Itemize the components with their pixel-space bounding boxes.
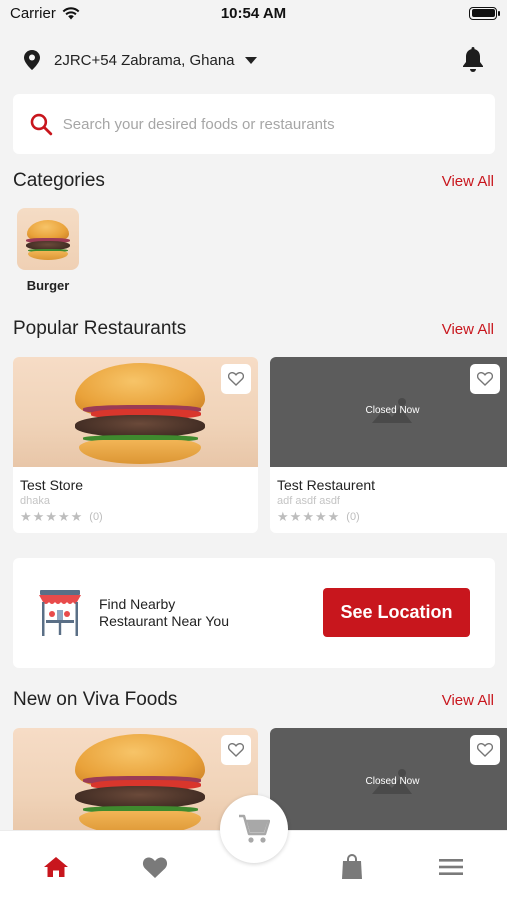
menu-icon <box>439 859 463 875</box>
closed-now-label: Closed Now <box>365 405 420 416</box>
nav-menu[interactable] <box>437 853 465 881</box>
bell-icon[interactable] <box>462 47 484 73</box>
restaurant-info: Test Store dhaka ★ ★ ★ ★ ★ (0) <box>13 467 258 533</box>
new-on-header: New on Viva Foods View All <box>13 689 494 711</box>
heart-outline-icon <box>477 372 493 386</box>
star-icon: ★ <box>20 509 32 524</box>
favorite-button[interactable] <box>221 364 251 394</box>
restaurant-card[interactable]: Closed Now <box>270 728 507 838</box>
nearby-text: Find Nearby Restaurant Near You <box>99 596 229 630</box>
categories-title: Categories <box>13 170 105 191</box>
restaurant-info: Test Restaurent adf asdf asdf ★ ★ ★ ★ ★ … <box>270 467 507 533</box>
restaurant-name: Test Restaurent <box>277 477 376 493</box>
chevron-down-icon[interactable] <box>244 56 257 64</box>
heart-icon <box>142 856 168 878</box>
rating-stars: ★ ★ ★ ★ ★ (0) <box>20 510 251 523</box>
search-input[interactable] <box>62 115 479 133</box>
star-icon: ★ <box>70 509 83 524</box>
battery-icon <box>469 6 500 20</box>
search-bar[interactable] <box>13 94 495 154</box>
restaurant-name: Test Store <box>20 477 84 493</box>
rating-count: (0) <box>346 510 360 523</box>
categories-view-all-link[interactable]: View All <box>442 173 494 190</box>
favorite-button[interactable] <box>221 735 251 765</box>
carrier-label: Carrier <box>10 4 56 22</box>
heart-outline-icon <box>477 743 493 757</box>
location-bar[interactable]: 2JRC+54 Zabrama, Ghana <box>0 40 507 80</box>
status-left: Carrier <box>10 5 80 22</box>
search-icon <box>30 113 53 136</box>
wifi-icon <box>62 6 80 19</box>
location-text[interactable]: 2JRC+54 Zabrama, Ghana <box>54 52 235 69</box>
star-icon: ★ <box>277 509 289 524</box>
favorite-button[interactable] <box>470 364 500 394</box>
restaurant-image <box>13 357 258 467</box>
star-icon: ★ <box>57 509 70 524</box>
map-pin-icon <box>24 50 40 70</box>
nav-orders[interactable] <box>338 853 366 881</box>
popular-header: Popular Restaurants View All <box>13 318 494 340</box>
cart-icon <box>239 814 270 843</box>
new-on-title: New on Viva Foods <box>13 689 178 710</box>
burger-category-image <box>17 208 79 270</box>
nav-home[interactable] <box>42 853 70 881</box>
nearby-line-1: Find Nearby <box>99 596 176 612</box>
category-label: Burger <box>26 278 70 293</box>
star-icon: ★ <box>327 509 340 524</box>
restaurant-card[interactable]: Test Store dhaka ★ ★ ★ ★ ★ (0) <box>13 357 258 533</box>
nearby-line-2: Restaurant Near You <box>99 613 229 629</box>
new-on-view-all-link[interactable]: View All <box>442 692 494 709</box>
cart-button[interactable] <box>220 795 288 863</box>
star-icon: ★ <box>289 509 302 524</box>
see-location-button[interactable]: See Location <box>323 588 470 637</box>
favorite-button[interactable] <box>470 735 500 765</box>
rating-stars: ★ ★ ★ ★ ★ (0) <box>277 510 507 523</box>
rating-count: (0) <box>89 510 103 523</box>
popular-title: Popular Restaurants <box>13 318 187 339</box>
home-icon <box>44 857 68 877</box>
restaurant-image-placeholder: Closed Now <box>270 357 507 467</box>
status-bar: Carrier 10:54 AM <box>0 0 507 26</box>
categories-header: Categories View All <box>13 170 494 192</box>
restaurant-card[interactable]: Closed Now Test Restaurent adf asdf asdf… <box>270 357 507 533</box>
closed-now-label: Closed Now <box>365 776 420 787</box>
bag-icon <box>342 854 362 879</box>
nearby-restaurant-banner: Find Nearby Restaurant Near You See Loca… <box>13 558 495 668</box>
star-icon: ★ <box>302 509 314 524</box>
restaurant-table-icon <box>39 590 81 636</box>
category-item-burger[interactable]: Burger <box>17 208 79 293</box>
popular-view-all-link[interactable]: View All <box>442 321 494 338</box>
star-icon: ★ <box>32 509 45 524</box>
restaurant-address: adf asdf asdf <box>277 495 340 507</box>
heart-outline-icon <box>228 372 244 386</box>
star-icon: ★ <box>45 509 57 524</box>
restaurant-image-placeholder: Closed Now <box>270 728 507 838</box>
restaurant-address: dhaka <box>20 495 50 507</box>
nav-favorites[interactable] <box>141 853 169 881</box>
star-icon: ★ <box>314 509 327 524</box>
heart-outline-icon <box>228 743 244 757</box>
